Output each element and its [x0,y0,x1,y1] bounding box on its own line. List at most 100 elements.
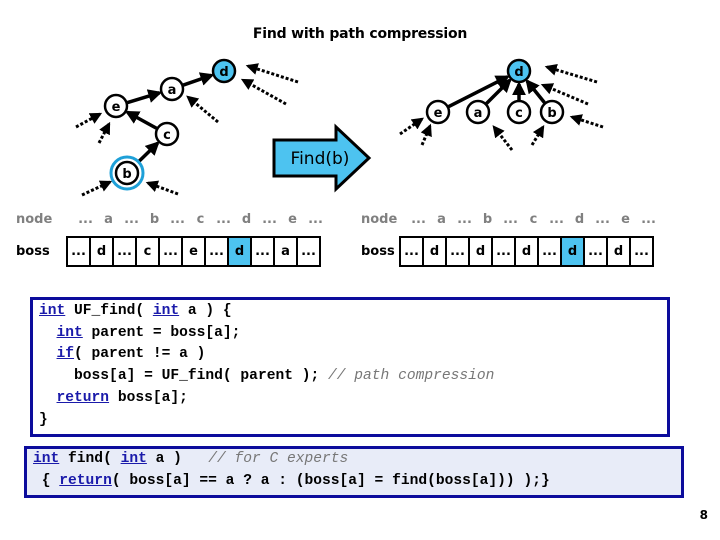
node-cell: e [288,212,297,227]
code-line: boss[a] = UF_find( parent ); // path com… [39,368,494,384]
node-cell: ... [216,212,231,227]
node-cell: d [241,212,252,227]
node-label: c [163,128,171,143]
node-label: d [219,65,228,80]
parent-edge-c-e [124,110,158,130]
node-cell: ... [503,212,518,227]
node-cell: d [574,212,585,227]
parent-edge-b-d [525,78,546,104]
boss-cell: c [137,238,160,265]
other-child-arrow [75,112,103,129]
code-text: { [33,472,60,489]
other-child-arrow [245,63,299,84]
node-cell: ... [411,212,426,227]
code-text: boss[a] = UF_find( parent ); [39,368,329,385]
node-cell: ... [595,212,610,227]
boss-cell: ... [401,238,424,265]
code-comment: // path compression [328,368,495,385]
node-cell: ... [124,212,139,227]
find-operation-arrow: Find(b) [272,123,372,193]
boss-cell: ... [252,238,275,265]
boss-cell: e [183,238,206,265]
parent-edge-a-d [485,78,512,105]
tree-node-a: a [465,99,491,125]
boss-cell: a [275,238,298,265]
parent-edge-a-d [182,72,215,87]
other-child-arrow [145,180,179,196]
other-child-arrow [420,123,432,146]
node-label: e [112,100,121,115]
other-child-arrow [81,180,113,197]
node-cell: ... [78,212,93,227]
node-cell: a [104,212,113,227]
code-text: a ) { [179,303,232,319]
node-label: a [474,106,483,121]
code-line: int parent = boss[a]; [39,324,241,341]
before-node-row: node ... a... b... c... d... e... [16,212,327,227]
after-node-row: node ... a... b... c... d... e... [361,212,660,227]
code-keyword: int [33,451,60,467]
code-keyword: int [152,303,180,319]
boss-cell: ... [298,238,319,265]
boss-header: boss [361,244,395,259]
boss-cell: d [562,238,585,265]
other-child-arrow [492,125,514,151]
boss-header: boss [16,244,50,259]
parent-edge-e-a [126,89,163,105]
other-child-arrow [399,117,424,136]
boss-cell: d [229,238,252,265]
boss-cell: ... [539,238,562,265]
before-boss-row: boss ... d... c... e... d... a... [16,236,321,267]
tree-node-d: d [506,58,532,84]
code-text: a ) [146,451,209,467]
node-header: node [16,212,53,227]
boss-cell: d [91,238,114,265]
code-line: if( parent != a ) [39,346,206,363]
boss-cell: ... [631,238,652,265]
node-cell: c [196,212,205,227]
after-tree: d e a c b [399,58,604,151]
node-header: node [361,212,398,227]
node-label: a [168,83,177,98]
node-cell: ... [457,212,472,227]
code-text: } [39,411,48,428]
node-cell: b [482,212,493,227]
tree-node-e: e [103,93,129,119]
code-text: find( [59,451,121,467]
code-keyword: return [56,389,110,406]
tree-node-b: b [109,155,145,191]
node-cell: e [621,212,630,227]
boss-cell: ... [160,238,183,265]
code-keyword: return [59,472,112,489]
boss-cell: ... [206,238,229,265]
other-child-arrow [97,121,111,144]
code-text: ( boss[a] == a ? a : (boss[a] = find(bos… [111,472,550,489]
code-text: parent = boss[a]; [82,324,241,341]
boss-cell: d [470,238,493,265]
node-cell: b [149,212,160,227]
tree-node-c: c [154,121,180,147]
tree-node-e: e [425,99,451,125]
code-line: int UF_find( int a ) { [39,303,232,319]
node-cell: ... [170,212,185,227]
page-number: 8 [699,508,708,522]
node-cell: a [437,212,446,227]
node-label: d [514,65,523,80]
tree-node-d: d [211,58,237,84]
code-keyword: int [56,324,83,341]
code-line: } [39,412,48,428]
code-keyword: if [56,346,75,363]
code-comment: // for C experts [208,451,349,467]
tree-node-c: c [506,99,532,125]
other-child-arrow [240,78,287,106]
boss-cell: d [424,238,447,265]
tree-diagrams: e a d c b d e a c b Find(b) [75,58,604,197]
code-line: int find( int a ) // for C experts [33,451,348,467]
node-cell: ... [262,212,277,227]
boss-cell: d [608,238,631,265]
node-label: b [122,167,131,182]
node-label: e [434,106,443,121]
node-cell: c [529,212,538,227]
